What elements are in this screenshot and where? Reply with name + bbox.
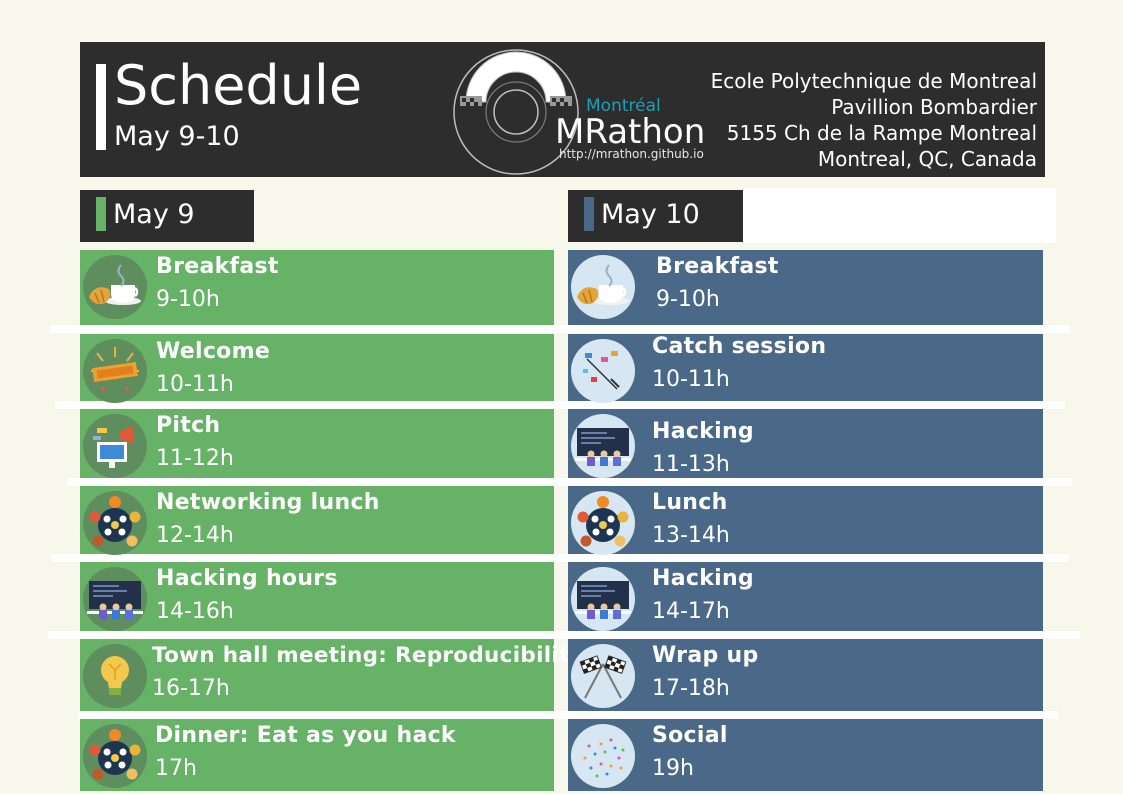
- address-line: Ecole Polytechnique de Montreal: [710, 69, 1037, 93]
- event-time: 10-11h: [156, 372, 234, 397]
- event-time: 11-12h: [156, 446, 234, 471]
- header-banner: Schedule May 9-10 Montréal MRathon http:…: [80, 42, 1045, 177]
- address-line: Pavillion Bombardier: [831, 95, 1037, 119]
- event-name: Networking lunch: [156, 490, 380, 515]
- event-name: Hacking: [652, 419, 754, 444]
- page-title: Schedule: [114, 54, 363, 117]
- event-card: Town hall meeting: Reproducibility 16-17…: [80, 639, 584, 711]
- lunch-table-icon: [571, 491, 635, 555]
- event-name: Breakfast: [656, 254, 779, 279]
- event-time: 17h: [155, 756, 197, 781]
- event-name: Welcome: [156, 339, 271, 364]
- confetti-icon: [571, 724, 635, 788]
- header-strip: [743, 188, 1056, 243]
- day-label: May 10: [601, 199, 700, 230]
- hacking-team-icon: [83, 567, 147, 631]
- event-time: 19h: [652, 756, 694, 781]
- event-card: Lunch 13-14h: [568, 486, 1043, 555]
- lunch-table-icon: [83, 724, 147, 788]
- event-card: Pitch 11-12h: [80, 409, 554, 478]
- day-accent-bar: [584, 197, 594, 231]
- event-time: 9-10h: [156, 287, 220, 312]
- event-time: 17-18h: [652, 676, 730, 701]
- date-range: May 9-10: [114, 121, 240, 152]
- day-header-may-10: May 10: [568, 190, 743, 242]
- event-time: 16-17h: [152, 676, 230, 701]
- event-time: 9-10h: [656, 287, 720, 312]
- coffee-croissant-icon: [83, 255, 147, 319]
- event-card: Networking lunch 12-14h: [80, 486, 554, 555]
- address-line: Montreal, QC, Canada: [817, 147, 1037, 171]
- event-card: Hacking 14-17h: [568, 562, 1043, 631]
- divider-strip: [68, 478, 1072, 486]
- lunch-table-icon: [83, 491, 147, 555]
- day-header-may-9: May 9: [80, 190, 254, 242]
- event-name: Hacking hours: [156, 566, 338, 591]
- title-accent-bar: [96, 64, 106, 150]
- hacking-team-icon: [571, 567, 635, 631]
- event-card: Catch session 10-11h: [568, 334, 1043, 403]
- checkered-flags-icon: [571, 644, 635, 708]
- event-name: Social: [652, 723, 728, 748]
- event-time: 14-17h: [652, 599, 730, 624]
- event-card: Breakfast 9-10h: [568, 250, 1043, 325]
- address-line: 5155 Ch de la Rampe Montreal: [726, 121, 1037, 145]
- event-time: 10-11h: [652, 367, 730, 392]
- event-time: 12-14h: [156, 523, 234, 548]
- hacking-team-icon: [571, 414, 635, 478]
- event-time: 14-16h: [156, 599, 234, 624]
- event-name: Lunch: [652, 490, 728, 515]
- event-time: 11-13h: [652, 452, 730, 477]
- event-card: Breakfast 9-10h: [80, 250, 554, 325]
- event-card: Social 19h: [568, 719, 1043, 791]
- event-name: Dinner: Eat as you hack: [155, 723, 456, 748]
- coffee-croissant-icon: [571, 255, 635, 319]
- event-card: Dinner: Eat as you hack 17h: [80, 719, 554, 791]
- day-label: May 9: [113, 199, 195, 230]
- divider-strip: [78, 711, 1058, 719]
- event-card: Wrap up 17-18h: [568, 639, 1043, 711]
- brand-url: http://mrathon.github.io: [559, 147, 704, 161]
- venue-address: Ecole Polytechnique de Montreal Pavillio…: [711, 68, 1037, 172]
- event-card: Hacking hours 14-16h: [80, 562, 554, 631]
- divider-strip: [50, 325, 1070, 333]
- divider-strip: [55, 401, 1065, 409]
- event-name: Pitch: [156, 413, 221, 438]
- day-accent-bar: [96, 197, 106, 231]
- welcome-ribbon-icon: [83, 339, 147, 403]
- presentation-megaphone-icon: [83, 414, 147, 478]
- event-name: Catch session: [652, 334, 827, 359]
- flags-string-icon: [571, 339, 635, 403]
- event-card: Welcome 10-11h: [80, 334, 554, 403]
- event-name: Wrap up: [652, 643, 759, 668]
- event-card: Hacking 11-13h: [568, 409, 1043, 478]
- event-name: Breakfast: [156, 254, 279, 279]
- event-time: 13-14h: [652, 523, 730, 548]
- divider-strip: [48, 631, 1080, 639]
- event-name: Hacking: [652, 566, 754, 591]
- lightbulb-icon: [83, 644, 147, 708]
- event-name: Town hall meeting: Reproducibility: [152, 643, 584, 668]
- divider-strip: [52, 554, 1068, 562]
